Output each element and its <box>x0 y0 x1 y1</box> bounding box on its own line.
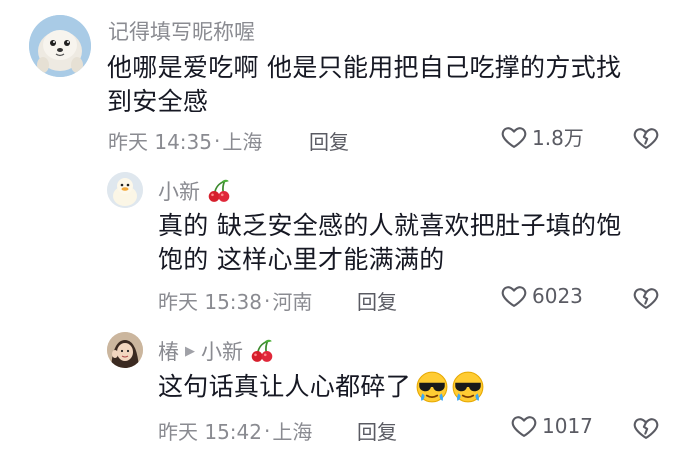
cherry-icon <box>206 178 232 204</box>
broken-heart-icon <box>632 414 660 442</box>
girl-avatar[interactable] <box>107 332 143 368</box>
comment-item: 记得填写昵称喔 他哪是爱吃啊 他是只能用把自己吃撑的方式找 到安全感 昨天 14… <box>0 0 690 160</box>
like-count: 1017 <box>542 414 593 438</box>
reply-button[interactable]: 回复 <box>309 126 349 155</box>
username-text: 椿 <box>158 340 179 364</box>
reply-time: 昨天 15:42 <box>158 420 262 444</box>
dislike-button[interactable] <box>632 284 660 316</box>
comment-text-line: 他哪是爱吃啊 他是只能用把自己吃撑的方式找 <box>107 53 622 82</box>
like-button[interactable]: 1017 <box>510 412 593 440</box>
comment-time: 昨天 14:35 <box>108 130 212 154</box>
reply-meta: 昨天 15:42 · 上海 <box>158 416 312 445</box>
comment-text: 他哪是爱吃啊 他是只能用把自己吃撑的方式找 到安全感 <box>107 51 621 119</box>
like-button[interactable]: 1.8万 <box>500 122 584 151</box>
reply-username[interactable]: 小新 <box>158 176 232 206</box>
reply-text: 这句话真让人心都碎了 <box>158 370 485 404</box>
reply-location: 上海 <box>272 420 313 444</box>
like-count: 1.8万 <box>532 126 584 150</box>
reply-item: 椿 ▶ 小新 这句话真让人心都碎了 昨天 15:42 · 上海 回复 1017 <box>0 320 690 461</box>
reply-time: 昨天 15:38 <box>158 290 262 314</box>
username-text: 小新 <box>158 180 200 204</box>
heart-icon <box>500 282 528 310</box>
seal-icon <box>29 15 91 77</box>
broken-heart-icon <box>632 284 660 312</box>
username-text: 记得填写昵称喔 <box>108 20 255 44</box>
meta-separator: · <box>264 418 271 443</box>
like-count: 6023 <box>532 284 583 308</box>
dislike-button[interactable] <box>632 124 660 156</box>
reply-button[interactable]: 回复 <box>357 286 397 315</box>
seal-avatar[interactable] <box>29 15 91 77</box>
comment-text-line: 到安全感 <box>107 87 209 116</box>
reply-text: 真的 缺乏安全感的人就喜欢把肚子填的饱 饱的 这样心里才能满满的 <box>158 209 622 277</box>
meta-separator: · <box>264 288 271 313</box>
heart-icon <box>510 412 538 440</box>
reply-to-username[interactable]: 小新 <box>201 336 243 366</box>
reply-username[interactable]: 椿 ▶ 小新 <box>158 336 275 366</box>
like-button[interactable]: 6023 <box>500 282 583 310</box>
heart-icon <box>500 123 528 151</box>
cool-crying-emoji-icon <box>451 370 485 404</box>
reply-text-line: 真的 缺乏安全感的人就喜欢把肚子填的饱 <box>158 211 622 240</box>
comment-meta: 昨天 14:35 · 上海 <box>108 126 262 155</box>
girl-icon <box>107 332 143 368</box>
dislike-button[interactable] <box>632 414 660 446</box>
reply-text-line: 饱的 这样心里才能满满的 <box>158 245 445 274</box>
cool-crying-emoji-icon <box>415 370 449 404</box>
comment-location: 上海 <box>222 130 263 154</box>
meta-separator: · <box>214 128 221 153</box>
reply-arrow-icon: ▶ <box>185 343 195 359</box>
broken-heart-icon <box>632 124 660 152</box>
reply-text-line: 这句话真让人心都碎了 <box>158 372 412 401</box>
reply-button[interactable]: 回复 <box>357 416 397 445</box>
reply-item: 小新 真的 缺乏安全感的人就喜欢把肚子填的饱 饱的 这样心里才能满满的 昨天 1… <box>0 160 690 320</box>
duck-avatar[interactable] <box>107 172 143 208</box>
reply-location: 河南 <box>272 290 313 314</box>
comment-username[interactable]: 记得填写昵称喔 <box>108 16 255 46</box>
cherry-icon <box>249 338 275 364</box>
duck-icon <box>107 172 143 208</box>
reply-meta: 昨天 15:38 · 河南 <box>158 286 312 315</box>
